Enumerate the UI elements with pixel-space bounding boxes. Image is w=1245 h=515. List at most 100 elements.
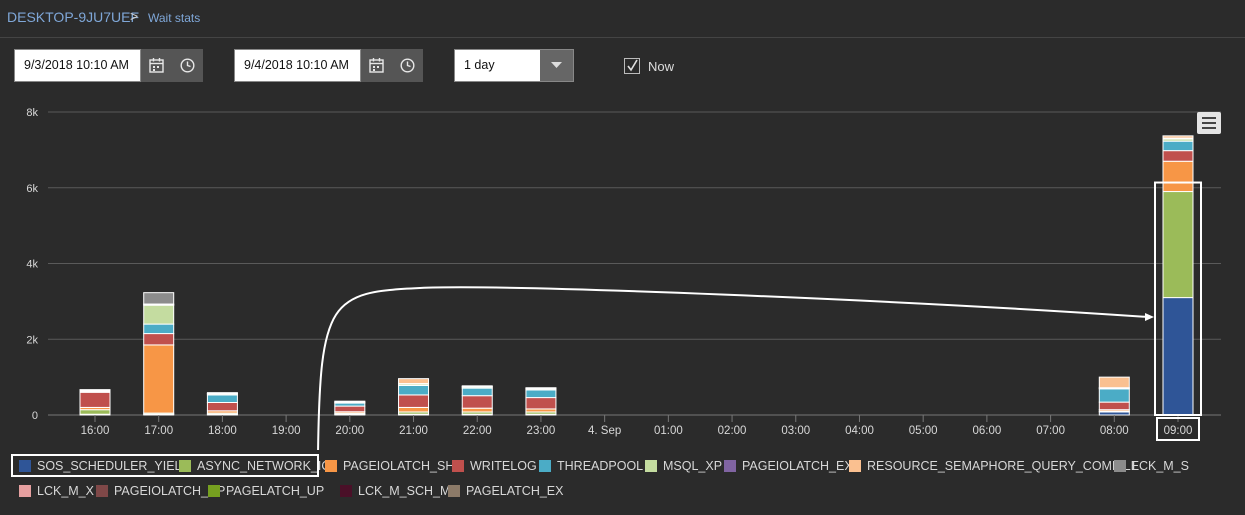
legend-item[interactable]: LCK_M_X xyxy=(19,484,94,500)
bar-segment xyxy=(398,406,430,413)
wait-stats-chart: 0 2k 4k 6k 8k 16:00 17:00 18:00 19:00 20:00 21:00 2… xyxy=(26,107,1221,450)
bar-segment xyxy=(143,292,175,305)
legend-item[interactable]: PAGEIOLATCH_EX xyxy=(724,459,853,475)
range-select-value: 1 day xyxy=(464,58,495,72)
start-datetime-input[interactable]: 9/3/2018 10:10 AM xyxy=(14,49,141,82)
bar-segment xyxy=(1162,135,1194,139)
legend-label: MSQL_XP xyxy=(663,459,723,473)
y-tick-label: 0 xyxy=(32,410,38,422)
bar-segment xyxy=(525,389,557,399)
now-checkbox[interactable] xyxy=(624,58,640,74)
bar-segment xyxy=(206,394,238,404)
legend-label: LCK_M_S xyxy=(1132,459,1189,473)
legend-label: WRITELOG xyxy=(470,459,537,473)
legend-item[interactable]: WRITELOG xyxy=(452,459,537,475)
bar-segment xyxy=(334,405,366,413)
bar-segment xyxy=(143,333,175,346)
x-tick-label: 4. Sep xyxy=(588,425,621,437)
legend-swatch xyxy=(208,485,220,497)
x-tick-label: 17:00 xyxy=(144,425,173,437)
legend-item[interactable]: MSQL_XP xyxy=(645,459,722,475)
end-calendar-button[interactable] xyxy=(361,49,392,82)
legend-item[interactable]: LCK_M_SCH_M xyxy=(340,484,450,500)
x-tick-label: 22:00 xyxy=(463,425,492,437)
bar-segment xyxy=(79,389,111,391)
bar-segment xyxy=(334,400,366,403)
x-tick-label: 01:00 xyxy=(654,425,683,437)
bar-segment xyxy=(1162,191,1194,299)
legend-label: PAGEIOLATCH_SH xyxy=(343,459,455,473)
bar-segment xyxy=(525,397,557,410)
hamburger-icon-line xyxy=(1202,127,1216,129)
x-tick-label: 04:00 xyxy=(845,425,874,437)
legend-item[interactable]: RESOURCE_SEMAPHORE_QUERY_COMPILE xyxy=(849,459,1139,475)
y-tick-label: 8k xyxy=(26,107,38,119)
x-tick-label: 20:00 xyxy=(335,425,364,437)
legend-label: PAGELATCH_EX xyxy=(466,484,564,498)
bar-segment xyxy=(461,387,493,397)
now-checkbox-label[interactable]: Now xyxy=(648,59,674,74)
legend-label: PAGEIOLATCH_EX xyxy=(742,459,853,473)
legend-item[interactable]: LCK_M_S xyxy=(1114,459,1189,475)
legend-label: LCK_M_X xyxy=(37,484,94,498)
legend-swatch xyxy=(849,460,861,472)
clock-icon xyxy=(180,58,195,73)
x-tick-label: 03:00 xyxy=(781,425,810,437)
checkmark-icon xyxy=(627,59,638,72)
start-time-button[interactable] xyxy=(172,49,203,82)
legend-item[interactable]: PAGEIOLATCH_SH xyxy=(325,459,454,475)
bar-segment xyxy=(461,395,493,409)
breadcrumb-server-link[interactable]: DESKTOP-9JU7UEF xyxy=(7,9,139,25)
bar-segment xyxy=(398,394,430,408)
x-tick-label: 05:00 xyxy=(909,425,938,437)
bar-segment xyxy=(143,304,175,325)
legend-label: THREADPOOL xyxy=(557,459,644,473)
end-time-button[interactable] xyxy=(392,49,423,82)
bar-segment xyxy=(398,378,430,385)
legend-item[interactable]: THREADPOOL xyxy=(539,459,643,475)
x-tick-label: 08:00 xyxy=(1100,425,1129,437)
bar-segment xyxy=(206,402,238,412)
x-tick-label: 23:00 xyxy=(527,425,556,437)
x-tick-label: 18:00 xyxy=(208,425,237,437)
start-calendar-button[interactable] xyxy=(141,49,172,82)
bar-segment xyxy=(398,384,430,396)
x-tick-label: 07:00 xyxy=(1036,425,1065,437)
legend-swatch xyxy=(325,460,337,472)
end-datetime-picker: 9/4/2018 10:10 AM xyxy=(234,49,424,82)
bar-segment xyxy=(461,407,493,413)
legend-label: PAGELATCH_UP xyxy=(226,484,325,498)
x-tick-label: 02:00 xyxy=(718,425,747,437)
hamburger-icon-line xyxy=(1202,122,1216,124)
hamburger-icon-line xyxy=(1202,117,1216,119)
x-tick-label: 09:00 xyxy=(1164,425,1193,437)
breadcrumb-current[interactable]: Wait stats xyxy=(148,11,200,25)
bar-segment xyxy=(143,323,175,335)
legend-highlight-box xyxy=(11,454,319,477)
legend-item[interactable]: PAGEIOLATCH_UP xyxy=(96,484,225,500)
legend-item[interactable]: PAGELATCH_EX xyxy=(448,484,564,500)
end-datetime-input[interactable]: 9/4/2018 10:10 AM xyxy=(234,49,361,82)
legend-swatch xyxy=(645,460,657,472)
arrowhead-icon xyxy=(1145,313,1154,321)
legend-swatch xyxy=(452,460,464,472)
top-bar: DESKTOP-9JU7UEF > Wait stats xyxy=(0,0,1245,38)
y-tick-label: 4k xyxy=(26,259,38,271)
bar-segment xyxy=(525,387,557,389)
legend-swatch xyxy=(539,460,551,472)
range-dropdown-button[interactable] xyxy=(540,50,573,81)
legend-swatch xyxy=(96,485,108,497)
x-tick-label: 16:00 xyxy=(81,425,110,437)
bar-segment xyxy=(1162,140,1194,152)
chart-menu-button[interactable] xyxy=(1197,112,1221,134)
y-tick-label: 2k xyxy=(26,334,38,346)
start-datetime-picker: 9/3/2018 10:10 AM xyxy=(14,49,204,82)
calendar-icon xyxy=(369,58,384,73)
legend-item[interactable]: PAGELATCH_UP xyxy=(208,484,324,500)
bar-segment xyxy=(79,409,111,415)
legend-swatch xyxy=(19,485,31,497)
legend-label: RESOURCE_SEMAPHORE_QUERY_COMPILE xyxy=(867,459,1140,473)
range-select[interactable]: 1 day xyxy=(454,49,574,82)
bar-segment xyxy=(1162,160,1194,193)
bar-segment xyxy=(1098,388,1130,403)
